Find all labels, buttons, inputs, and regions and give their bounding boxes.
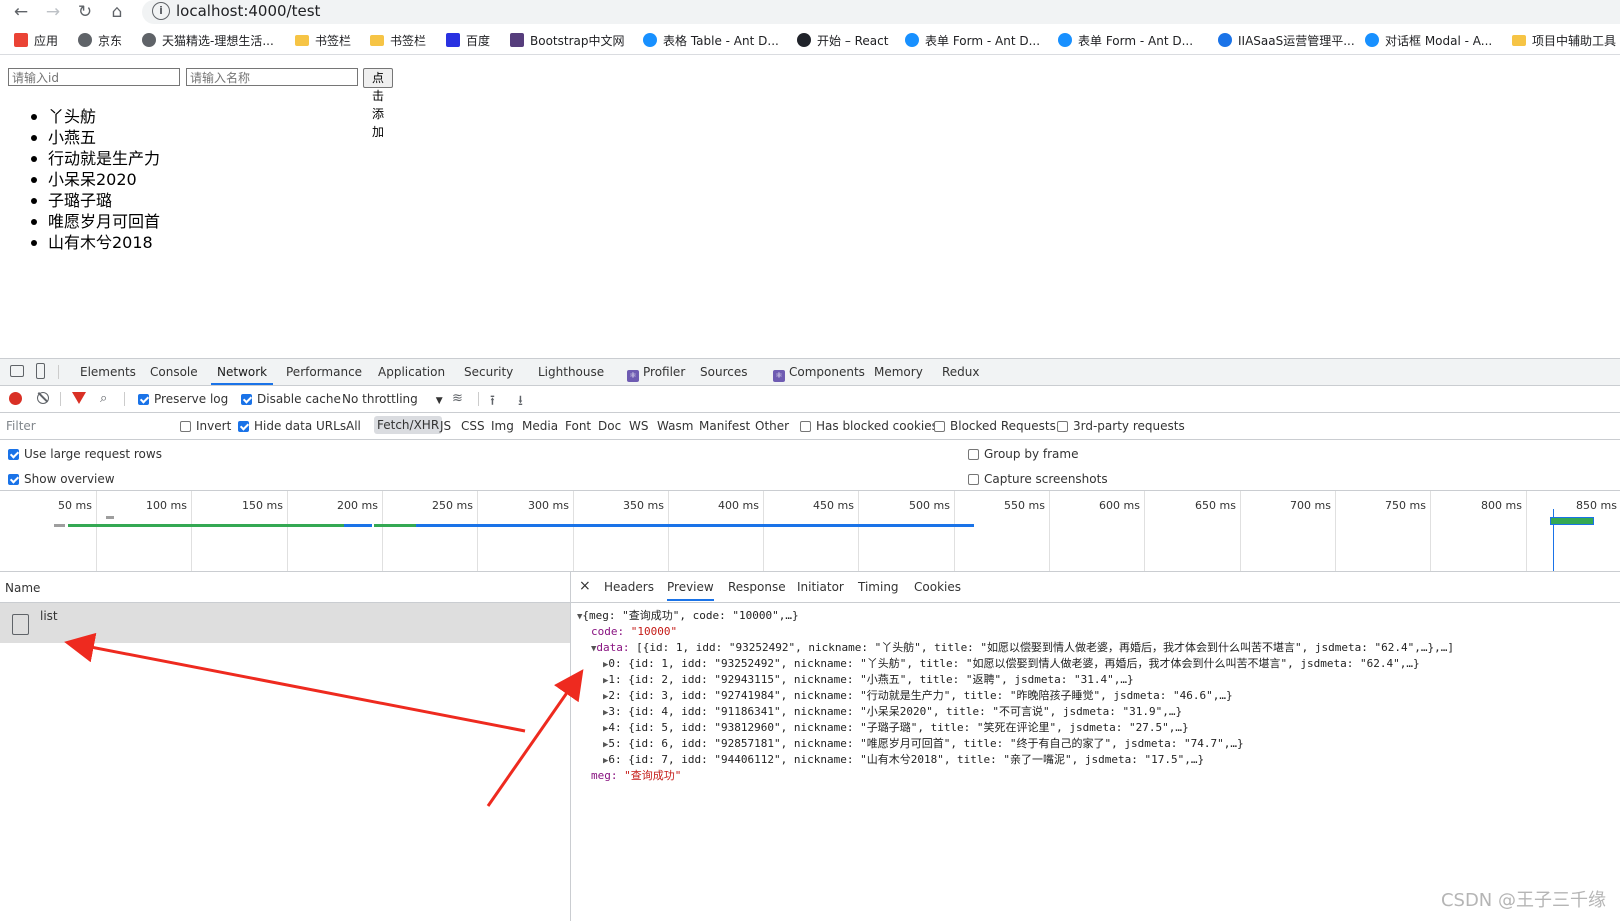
arrow-to-request	[64, 632, 526, 733]
arrow-to-preview	[486, 669, 584, 807]
csdn-watermark: CSDN @王子三千缘	[1440, 890, 1606, 911]
annotation-arrows	[64, 632, 584, 807]
